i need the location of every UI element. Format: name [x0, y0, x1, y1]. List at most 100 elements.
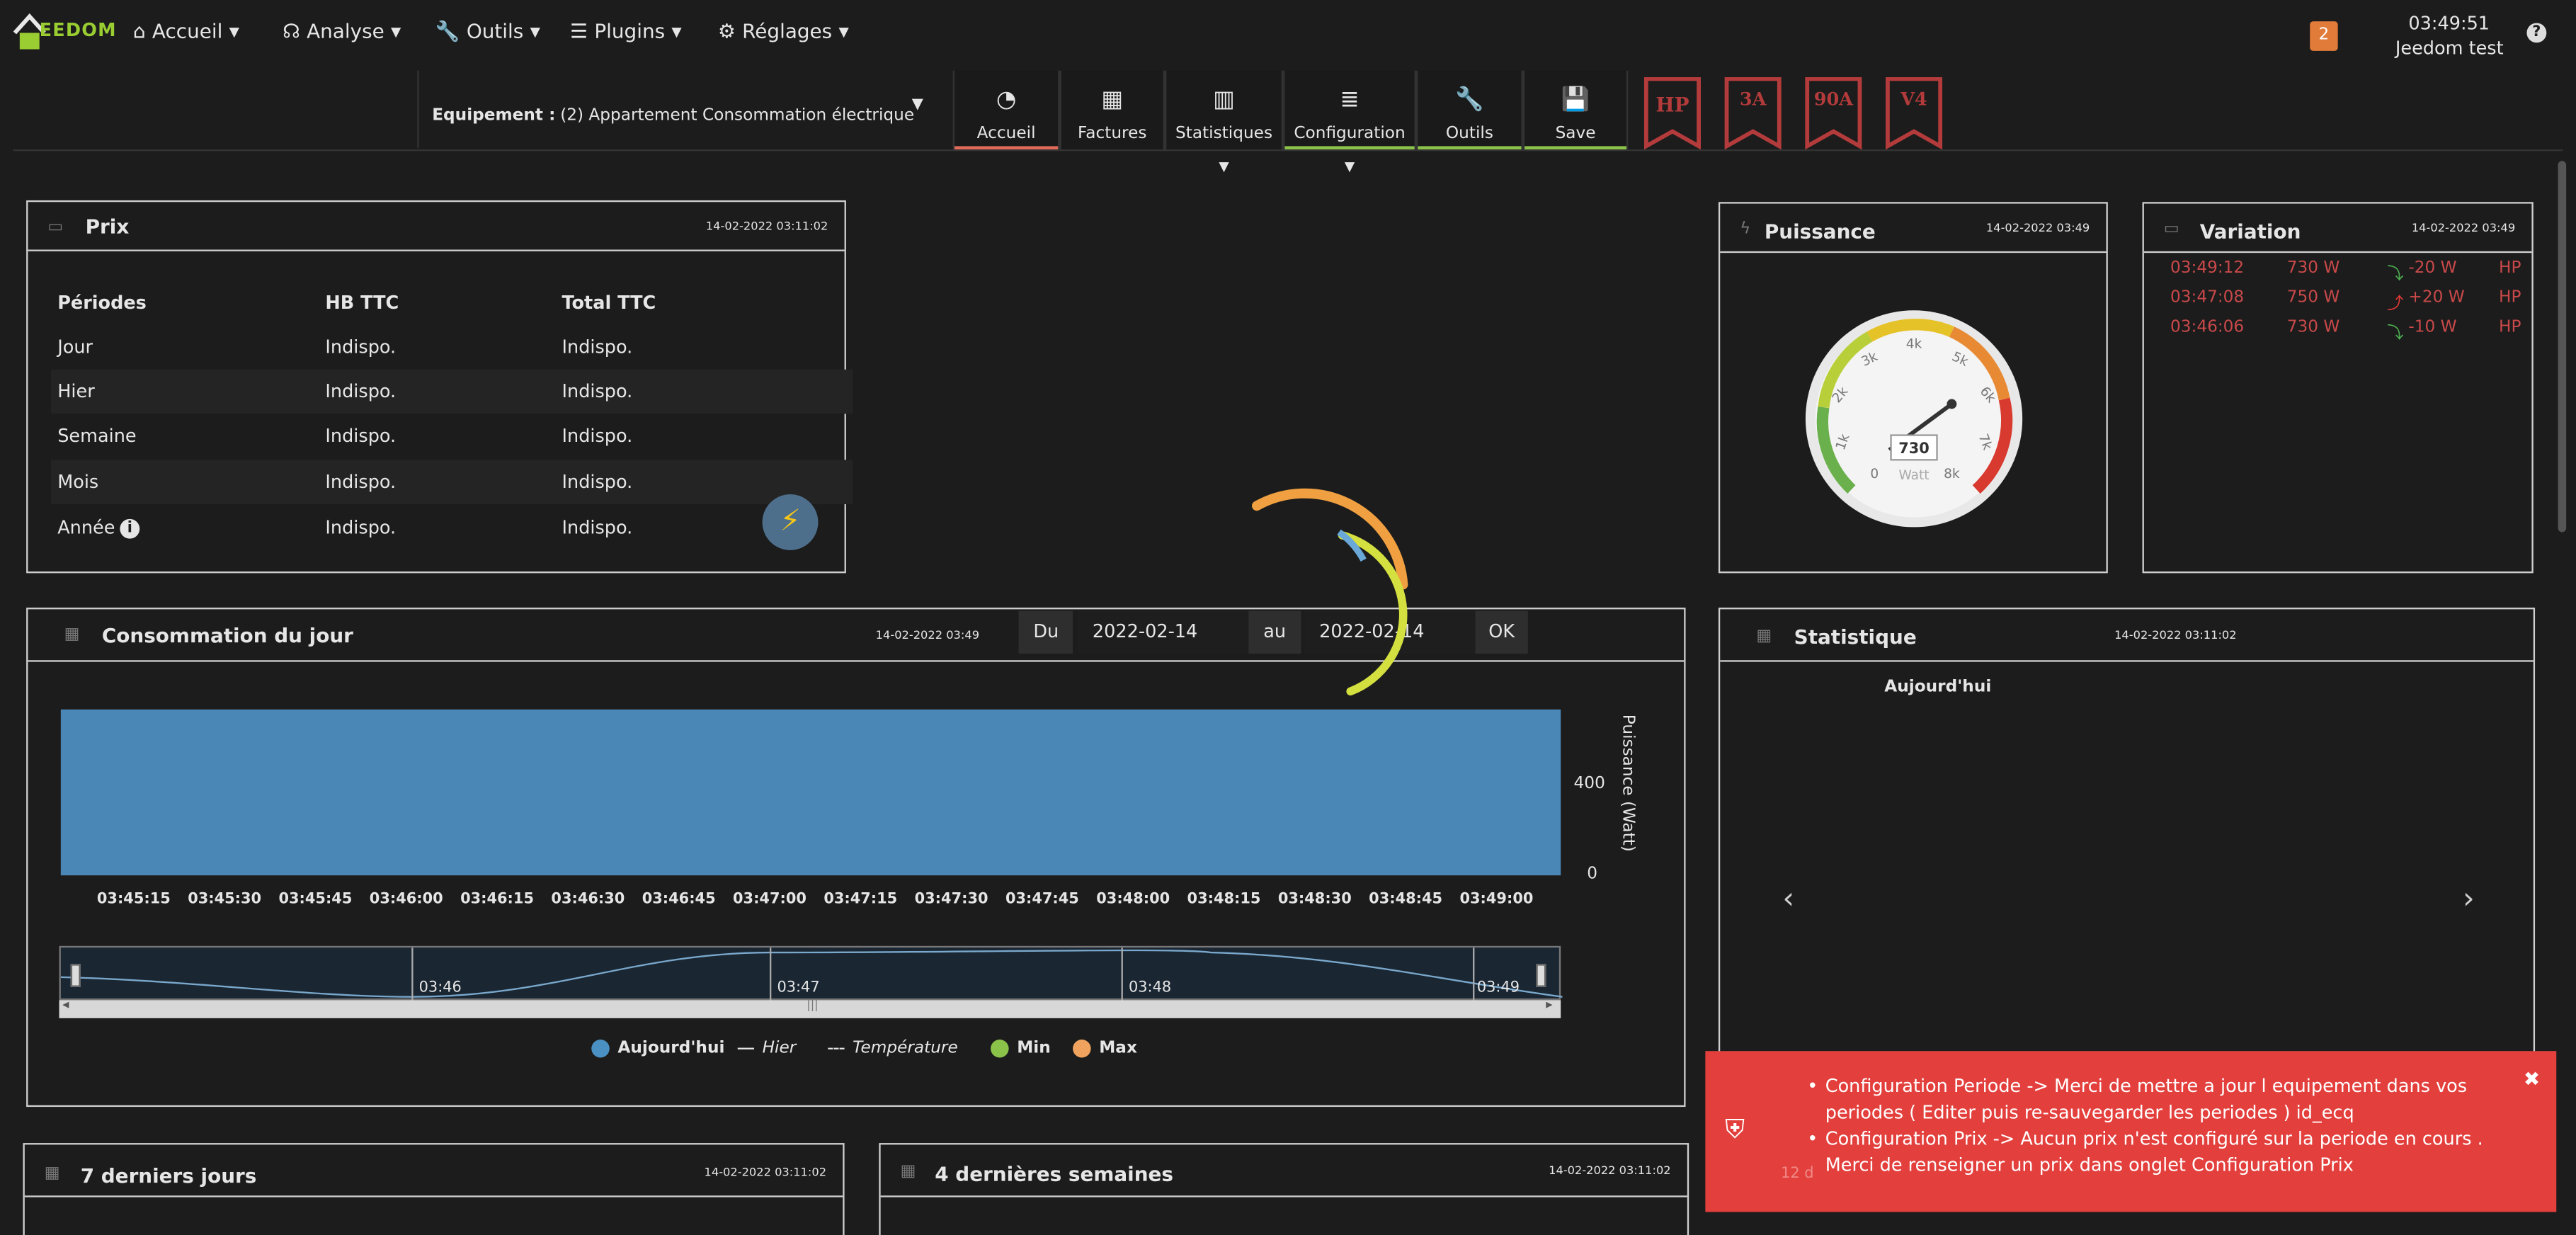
x-tick: 03:45:30: [188, 892, 262, 909]
hidden-text: 12 d: [1781, 1166, 1814, 1183]
logo-text: EEDOM: [39, 19, 117, 41]
date-from-label: Du: [1018, 610, 1074, 654]
lightning-icon[interactable]: ⚡: [762, 494, 819, 550]
clock: 03:49:51: [2408, 13, 2490, 35]
var-delta: -10 W: [2408, 318, 2457, 337]
menu-plugins[interactable]: ☰ Plugins ▼: [570, 20, 682, 42]
help-icon[interactable]: ?: [2526, 23, 2547, 43]
ribbon-3a: 3A: [1723, 76, 1783, 150]
list-item: 03:49:12 730 W ⤵ -20 W HP: [2167, 259, 2531, 289]
var-delta: -20 W: [2408, 259, 2457, 278]
caret-down-icon[interactable]: ▼: [1284, 159, 1414, 174]
navigator-label: 03:46: [418, 980, 462, 997]
var-power: 730 W: [2286, 318, 2340, 337]
menu-outils[interactable]: 🔧 Outils ▼: [435, 20, 540, 42]
x-tick: 03:46:15: [460, 892, 534, 909]
tab-accueil[interactable]: ◔ Accueil: [952, 70, 1060, 150]
menu-analyse[interactable]: ☊ Analyse ▼: [283, 20, 401, 42]
toolbar-divider: [13, 149, 2563, 152]
cell-hb: Indispo.: [325, 517, 397, 539]
navigator-scrollbar[interactable]: ◂ ||| ▸: [59, 997, 1561, 1018]
legend-label: Hier: [762, 1039, 797, 1058]
caret-down-icon[interactable]: ▼: [1166, 159, 1281, 174]
legend-label: Max: [1099, 1039, 1137, 1058]
col-header: Total TTC: [562, 292, 656, 314]
caret-down-icon[interactable]: ▼: [912, 97, 923, 113]
bookmark-ribbon-icon: V4: [1886, 76, 1943, 150]
panel-header: ▦ 4 dernières semaines 14-02-2022 03:11:…: [880, 1144, 1687, 1197]
shield-alert-icon: ⛨: [1725, 1113, 1745, 1145]
caret-down-icon: ▼: [229, 23, 239, 39]
database-icon: ≣: [1340, 86, 1360, 114]
scroll-grip-icon[interactable]: |||: [807, 998, 818, 1012]
x-tick: 03:46:30: [551, 892, 625, 909]
panel-date: 14-02-2022 03:49: [1985, 222, 2090, 235]
gauge-tick: 0: [1870, 467, 1879, 482]
cell-total: Indispo.: [562, 471, 633, 493]
legend-temperature[interactable]: Température: [828, 1040, 958, 1058]
bookmark-ribbon-icon: 3A: [1724, 76, 1782, 150]
date-from-input[interactable]: 2022-02-14: [1078, 610, 1249, 654]
menu-reglages[interactable]: ⚙ Réglages ▼: [718, 20, 849, 42]
tab-factures[interactable]: ▦ Factures: [1059, 70, 1166, 150]
jeedom-logo[interactable]: EEDOM: [10, 10, 116, 52]
user-name[interactable]: Jeedom test: [2395, 38, 2504, 59]
cell-hb: Indispo.: [325, 336, 397, 358]
legend-label: Min: [1017, 1039, 1051, 1058]
top-navbar: EEDOM ⌂ Accueil ▼ ☊ Analyse ▼ 🔧 Outils ▼…: [0, 0, 2576, 69]
equipment-label: Equipement :: [432, 106, 556, 125]
panel-title: Puissance: [1764, 220, 1876, 244]
statistique-panel: ▦ Statistique 14-02-2022 03:11:02 Aujour…: [1718, 608, 2536, 1084]
close-icon[interactable]: ✖: [2524, 1067, 2540, 1090]
table-row: Mois Indispo. Indispo.: [50, 460, 853, 504]
legend-line: [828, 1047, 845, 1049]
legend-min[interactable]: Min: [991, 1039, 1051, 1058]
gauge-value: 730: [1898, 440, 1930, 457]
ok-button[interactable]: OK: [1475, 610, 1528, 654]
equipment-value[interactable]: (2) Appartement Consommation électrique: [560, 107, 914, 125]
menu-label: Outils: [466, 19, 524, 43]
caret-down-icon: ▼: [838, 23, 849, 39]
x-tick: 03:47:00: [733, 892, 807, 909]
chevron-left-icon[interactable]: ‹: [1782, 882, 1794, 916]
chart-navigator[interactable]: 03:46 03:47 03:48 03:49: [59, 945, 1563, 1002]
navigator-handle-right[interactable]: [1536, 964, 1546, 987]
tab-label: Statistiques: [1175, 125, 1273, 143]
menu-label: Accueil: [152, 19, 223, 43]
y-axis-label: Puissance (Watt): [1619, 715, 1638, 852]
list-icon: ☰: [570, 19, 588, 43]
legend-max[interactable]: Max: [1073, 1039, 1137, 1058]
tab-statistiques[interactable]: ▥ Statistiques ▼: [1165, 70, 1284, 174]
tab-outils[interactable]: 🔧 Outils: [1416, 70, 1523, 150]
info-icon[interactable]: i: [120, 518, 140, 539]
panel-date: 14-02-2022 03:11:02: [2114, 629, 2237, 642]
puissance-panel: ϟ Puissance 14-02-2022 03:49 0 1k 2k 3k …: [1718, 202, 2108, 574]
equipment-selector[interactable]: Equipement : (2) Appartement Consommatio…: [417, 70, 952, 148]
ribbon-90a: 90A: [1804, 76, 1864, 150]
tab-save[interactable]: 💾 Save: [1522, 70, 1629, 150]
chevron-right-icon[interactable]: ›: [2463, 882, 2475, 916]
tab-configuration[interactable]: ≣ Configuration ▼: [1283, 70, 1417, 174]
legend-aujourdhui[interactable]: Aujourd'hui: [591, 1039, 724, 1058]
cell-period: Hier: [57, 381, 95, 403]
cell-period: Semaine: [57, 425, 137, 447]
scroll-left-icon[interactable]: ◂: [62, 997, 69, 1012]
cell-period: Mois: [57, 471, 99, 493]
panel-header: ▭ Variation 14-02-2022 03:49: [2143, 204, 2532, 254]
y-tick: 400: [1574, 773, 1605, 792]
sept-jours-panel: ▦ 7 derniers jours 14-02-2022 03:11:02: [23, 1143, 845, 1235]
tab-label: Save: [1555, 125, 1596, 143]
home-icon: ⌂: [132, 19, 146, 43]
menu-accueil[interactable]: ⌂ Accueil ▼: [133, 20, 239, 42]
navigator-handle-left[interactable]: [70, 964, 81, 987]
scroll-right-icon[interactable]: ▸: [1546, 997, 1552, 1012]
consumption-area-chart: 400 0 Puissance (Watt): [60, 709, 1638, 883]
x-tick: 03:48:30: [1277, 892, 1352, 909]
page-scrollbar[interactable]: [2558, 161, 2567, 533]
window-icon: ▭: [2163, 220, 2179, 239]
table-row: Jour Indispo. Indispo.: [51, 325, 853, 370]
notification-badge[interactable]: 2: [2310, 21, 2338, 51]
x-tick: 03:47:45: [1005, 892, 1079, 909]
alert-message: Configuration Periode -> Merci de mettre…: [1807, 1074, 2515, 1127]
legend-hier[interactable]: Hier: [737, 1039, 797, 1058]
